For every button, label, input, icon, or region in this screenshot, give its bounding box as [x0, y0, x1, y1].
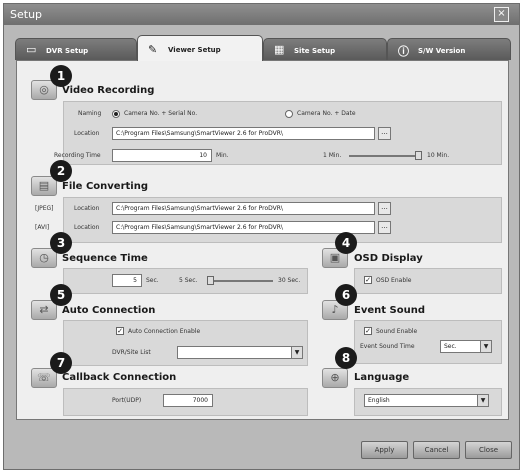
avi-location-label: Location: [74, 224, 100, 231]
naming-option-serial: Camera No. + Serial No.: [124, 110, 198, 117]
window-title: Setup: [10, 8, 43, 21]
port-label: Port(UDP): [112, 397, 142, 404]
port-field[interactable]: 7000: [163, 394, 213, 407]
monitor-icon: ▭: [26, 43, 37, 56]
tab-dvr-setup[interactable]: ▭ DVR Setup: [15, 38, 137, 60]
tab-label: DVR Setup: [46, 47, 89, 55]
tab-label: Viewer Setup: [168, 46, 221, 54]
site-icon: ▦: [274, 43, 285, 56]
sound-enable-checkbox[interactable]: ✓: [364, 327, 372, 335]
marker-6: 6: [335, 284, 357, 306]
auto-connection-label: Auto Connection Enable: [128, 328, 201, 335]
globe-icon: ⊕: [322, 368, 348, 388]
sequence-time-unit: Sec.: [146, 277, 159, 284]
avi-location-field[interactable]: C:\Program Files\Samsung\SmartViewer 2.6…: [112, 221, 375, 234]
close-button[interactable]: Close: [465, 441, 512, 459]
chevron-down-icon[interactable]: ▼: [480, 341, 491, 352]
tab-label: Site Setup: [294, 47, 336, 55]
osd-enable-checkbox[interactable]: ✓: [364, 276, 372, 284]
slider-handle[interactable]: [415, 151, 422, 160]
language-value: English: [368, 397, 390, 404]
tab-viewer-setup[interactable]: ✎ Viewer Setup: [137, 35, 263, 61]
sequence-time-slider[interactable]: [209, 280, 273, 282]
slider-max-label: 10 Min.: [427, 152, 450, 159]
auto-connection-checkbox[interactable]: ✓: [116, 327, 124, 335]
event-sound-time-value: Sec.: [444, 343, 457, 350]
section-title-osd-display: OSD Display: [354, 253, 423, 264]
tab-site-setup[interactable]: ▦ Site Setup: [263, 38, 387, 60]
section-title-file-converting: File Converting: [62, 181, 148, 192]
title-bar: Setup ×: [4, 4, 519, 25]
sequence-slider-max: 30 Sec.: [278, 277, 301, 284]
sequence-time-field[interactable]: 5: [112, 274, 142, 287]
marker-4: 4: [335, 232, 357, 254]
site-list-dropdown[interactable]: ▼: [177, 346, 303, 359]
apply-button[interactable]: Apply: [361, 441, 408, 459]
section-title-video-recording: Video Recording: [62, 85, 155, 96]
marker-5: 5: [50, 284, 72, 306]
tab-sw-version[interactable]: ⓘ S/W Version: [387, 38, 511, 60]
info-icon: ⓘ: [398, 45, 409, 58]
close-icon[interactable]: ×: [494, 7, 509, 22]
naming-radio-date[interactable]: [285, 110, 293, 118]
recording-time-field[interactable]: 10: [112, 149, 212, 162]
section-title-auto-connection: Auto Connection: [62, 305, 156, 316]
marker-7: 7: [50, 352, 72, 374]
jpeg-location-label: Location: [74, 205, 100, 212]
naming-radio-serial[interactable]: [112, 110, 120, 118]
jpeg-label: [JPEG]: [35, 205, 54, 212]
setup-window: Setup × ▭ DVR Setup ✎ Viewer Setup ▦ Sit…: [3, 3, 520, 470]
marker-8: 8: [335, 347, 357, 369]
chevron-down-icon[interactable]: ▼: [291, 347, 302, 358]
marker-3: 3: [50, 232, 72, 254]
tab-label: S/W Version: [418, 47, 466, 55]
language-dropdown[interactable]: English ▼: [364, 394, 489, 407]
jpeg-browse-button[interactable]: ...: [378, 202, 391, 215]
section-title-event-sound: Event Sound: [354, 305, 425, 316]
avi-browse-button[interactable]: ...: [378, 221, 391, 234]
avi-label: [AVI]: [35, 224, 50, 231]
section-title-language: Language: [354, 372, 410, 383]
wrench-icon: ✎: [148, 43, 158, 56]
osd-enable-label: OSD Enable: [376, 277, 412, 284]
chevron-down-icon[interactable]: ▼: [477, 395, 488, 406]
cancel-button[interactable]: Cancel: [413, 441, 460, 459]
sequence-slider-min: 5 Sec.: [179, 277, 198, 284]
recording-time-unit: Min.: [216, 152, 229, 159]
jpeg-location-field[interactable]: C:\Program Files\Samsung\SmartViewer 2.6…: [112, 202, 375, 215]
recording-location-field[interactable]: C:\Program Files\Samsung\SmartViewer 2.6…: [112, 127, 375, 140]
slider-handle[interactable]: [207, 276, 214, 285]
event-sound-time-label: Event Sound Time: [360, 343, 415, 350]
recording-time-label: Recording Time: [54, 152, 101, 159]
browse-button[interactable]: ...: [378, 127, 391, 140]
section-title-sequence-time: Sequence Time: [62, 253, 148, 264]
recording-time-slider[interactable]: [349, 155, 419, 157]
site-list-label: DVR/Site List: [112, 349, 151, 356]
slider-min-label: 1 Min.: [323, 152, 342, 159]
section-title-callback-connection: Callback Connection: [62, 372, 177, 383]
naming-label: Naming: [78, 110, 102, 117]
marker-2: 2: [50, 160, 72, 182]
sound-enable-label: Sound Enable: [376, 328, 418, 335]
auto-connection-box: [63, 320, 308, 366]
marker-1: 1: [50, 65, 72, 87]
location-label: Location: [74, 130, 100, 137]
naming-option-date: Camera No. + Date: [297, 110, 356, 117]
event-sound-time-dropdown[interactable]: Sec. ▼: [440, 340, 492, 353]
